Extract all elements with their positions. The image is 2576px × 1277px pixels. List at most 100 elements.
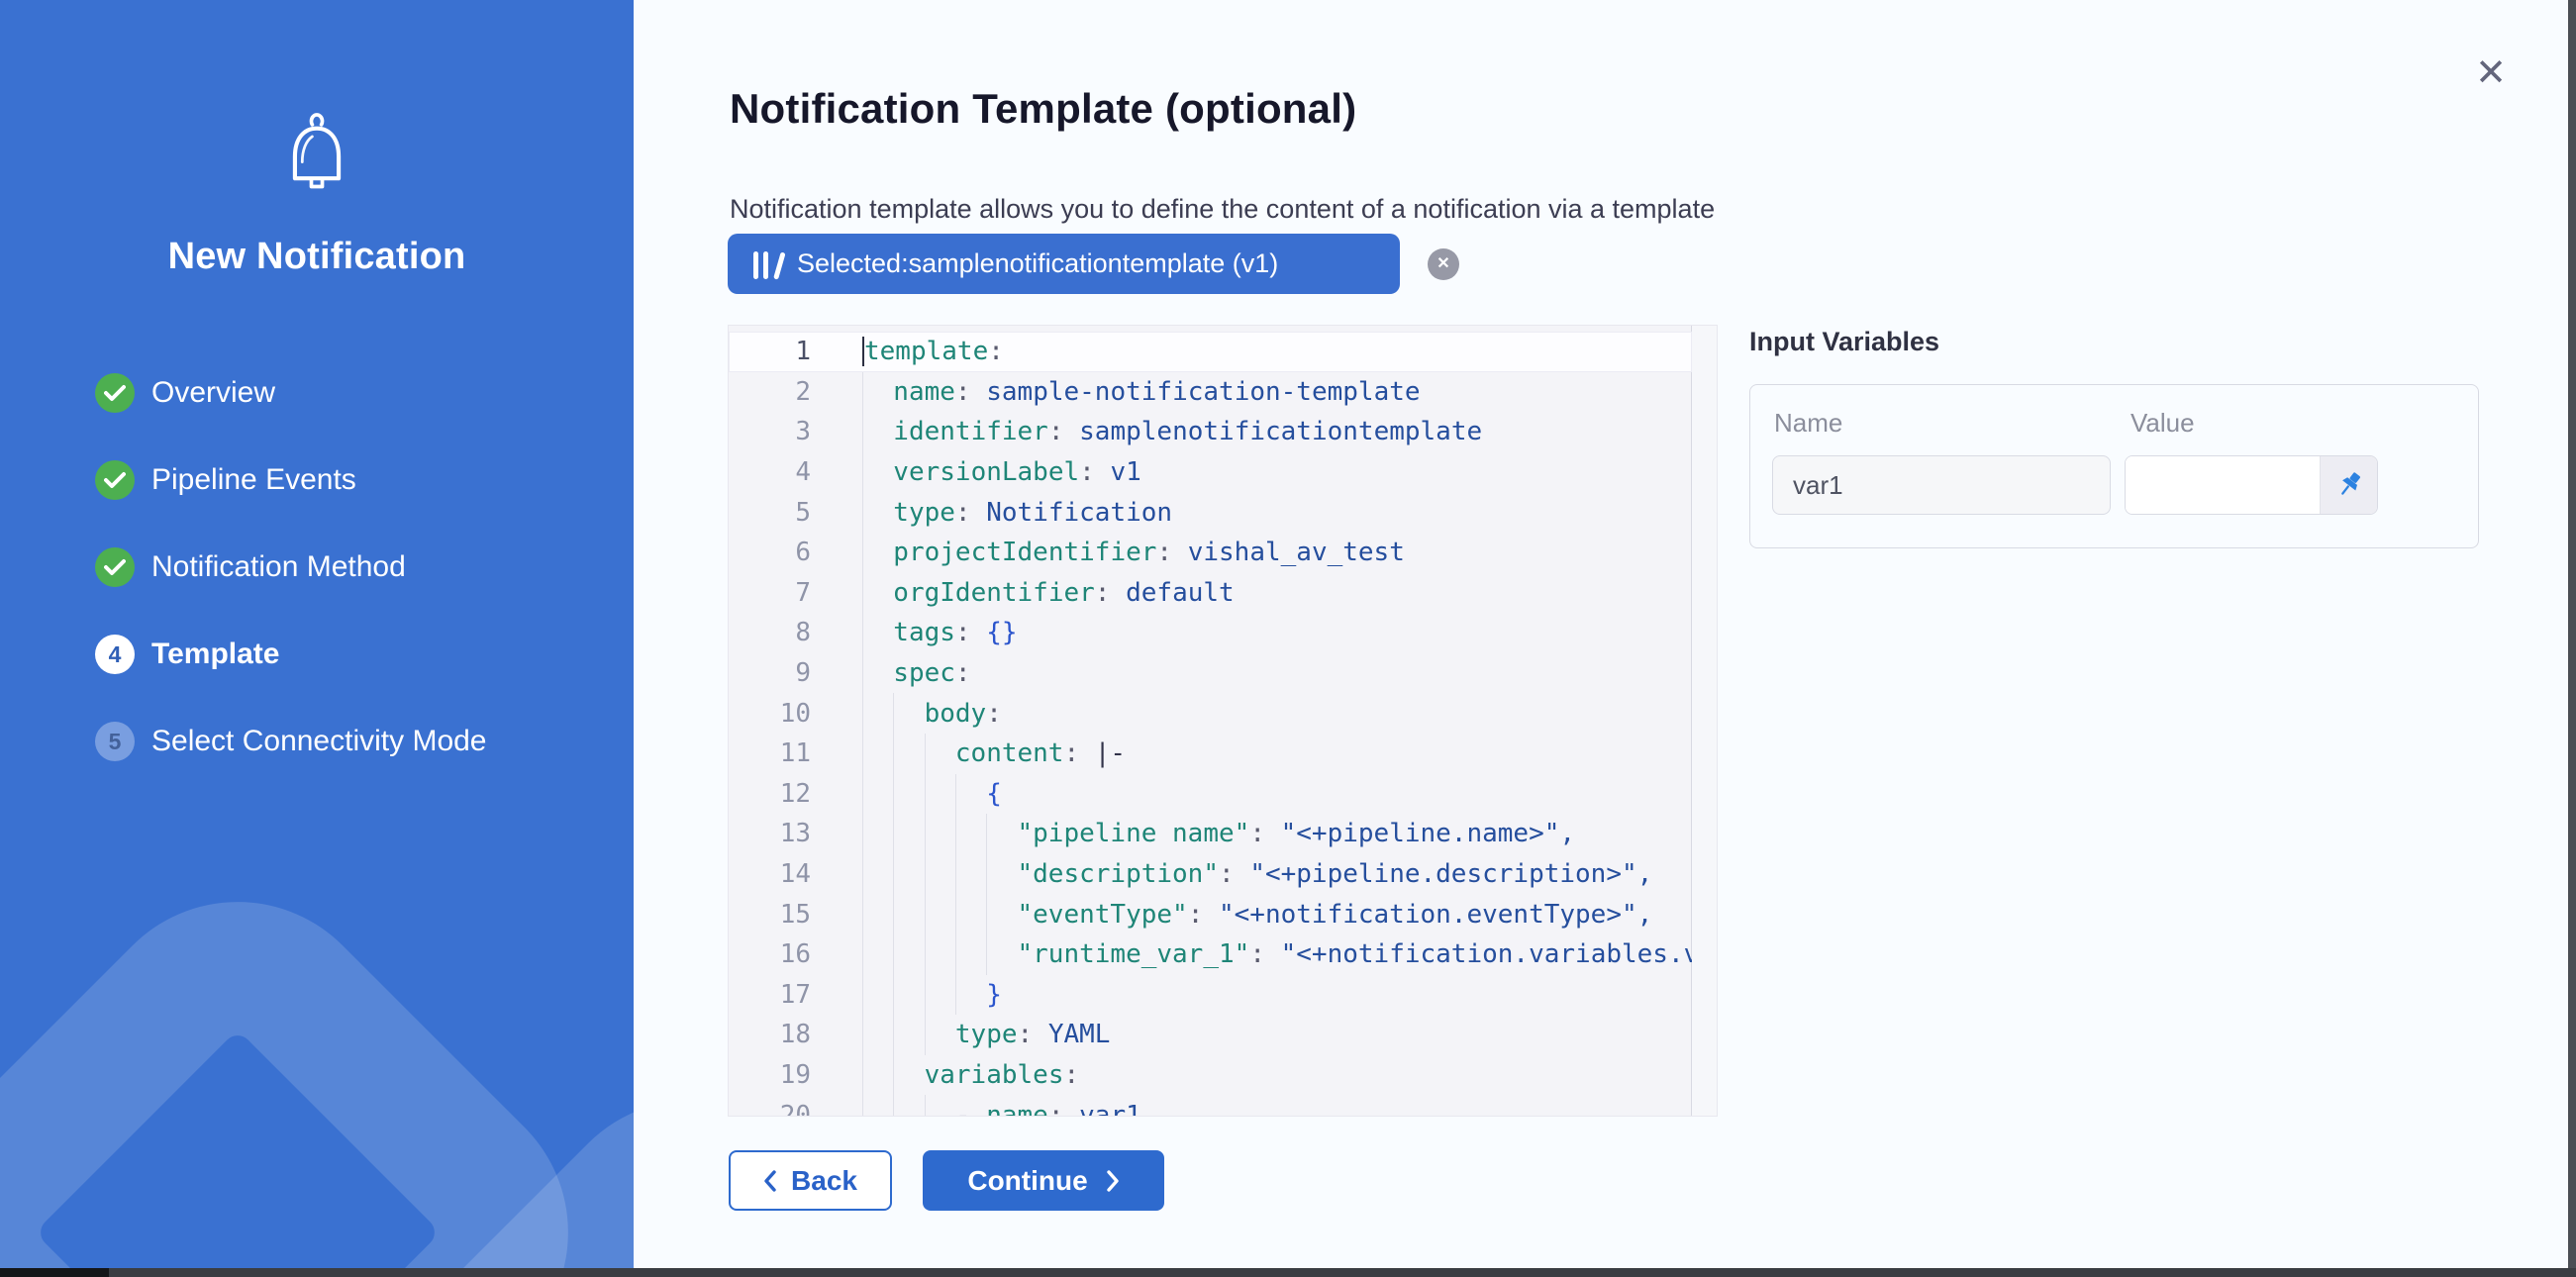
code-text: variables: [852, 1055, 1692, 1096]
pin-fixed-value-button[interactable] [2320, 456, 2377, 514]
line-number: 3 [729, 417, 852, 446]
code-line: 16 "runtime_var_1": "<+notification.vari… [729, 934, 1692, 975]
code-text: - name: var1 [852, 1095, 1692, 1117]
variable-value-group [2125, 455, 2378, 515]
wizard-step-notification-method[interactable]: Notification Method [95, 524, 610, 611]
step-status-icon [95, 373, 135, 413]
line-number: 15 [729, 900, 852, 930]
line-number: 9 [729, 658, 852, 688]
line-number: 4 [729, 457, 852, 487]
remove-template-icon[interactable]: ✕ [1428, 248, 1459, 280]
code-line: 9 spec: [729, 653, 1692, 694]
line-number: 12 [729, 779, 852, 809]
chevron-left-icon [763, 1170, 777, 1192]
code-text: { [852, 774, 1692, 815]
code-text: "pipeline name": "<+pipeline.name>", [852, 814, 1692, 854]
code-line: 6 projectIdentifier: vishal_av_test [729, 533, 1692, 573]
variable-name-input[interactable] [1772, 455, 2111, 515]
line-number: 14 [729, 859, 852, 889]
code-text: projectIdentifier: vishal_av_test [852, 533, 1692, 573]
code-text: "runtime_var_1": "<+notification.variabl… [852, 934, 1692, 975]
wizard-step-overview[interactable]: Overview [95, 349, 610, 437]
back-button[interactable]: Back [729, 1150, 892, 1211]
code-text: versionLabel: v1 [852, 452, 1692, 493]
step-status-icon [95, 460, 135, 500]
line-number: 8 [729, 618, 852, 647]
code-text: "description": "<+pipeline.description>"… [852, 854, 1692, 895]
code-line: 10 body: [729, 693, 1692, 734]
wizard-step-pipeline-events[interactable]: Pipeline Events [95, 437, 610, 524]
code-line: 2 name: sample-notification-template [729, 372, 1692, 413]
step-status-icon [95, 547, 135, 587]
code-line: 20 - name: var1 [729, 1095, 1692, 1117]
code-text: orgIdentifier: default [852, 573, 1692, 614]
code-line: 11 content: |- [729, 734, 1692, 774]
wizard-steps: Overview Pipeline Events Notification Me… [95, 349, 610, 785]
line-number: 20 [729, 1101, 852, 1117]
step-status-icon: 5 [95, 722, 135, 761]
line-number: 5 [729, 498, 852, 528]
page-title: Notification Template (optional) [730, 85, 1356, 133]
code-line: 8 tags: {} [729, 613, 1692, 653]
line-number: 13 [729, 819, 852, 848]
code-line: 4 versionLabel: v1 [729, 452, 1692, 493]
template-library-icon [753, 249, 783, 279]
step-label: Template [151, 638, 279, 671]
input-variables-title: Input Variables [1749, 327, 1939, 357]
pin-icon [2334, 470, 2364, 500]
code-text: tags: {} [852, 613, 1692, 653]
line-number: 1 [729, 337, 852, 366]
code-line: 7 orgIdentifier: default [729, 573, 1692, 614]
window-edge [0, 1268, 2576, 1277]
selected-template-chip[interactable]: Selected:samplenotificationtemplate (v1) [728, 234, 1400, 294]
line-number: 10 [729, 699, 852, 729]
wizard-step-template[interactable]: 4 Template [95, 611, 610, 698]
continue-label: Continue [967, 1165, 1087, 1197]
code-text: "eventType": "<+notification.eventType>"… [852, 894, 1692, 934]
code-text: template: [852, 332, 1692, 372]
window-edge [2568, 0, 2576, 1277]
code-text: type: Notification [852, 492, 1692, 533]
code-line: 14 "description": "<+pipeline.descriptio… [729, 854, 1692, 895]
code-line: 5 type: Notification [729, 492, 1692, 533]
wizard-title: New Notification [0, 236, 634, 278]
code-text: name: sample-notification-template [852, 372, 1692, 413]
close-icon[interactable]: ✕ [2465, 48, 2517, 99]
variable-value-input[interactable] [2126, 456, 2320, 514]
line-number: 6 [729, 538, 852, 567]
code-line: 12 { [729, 774, 1692, 815]
code-line: 15 "eventType": "<+notification.eventTyp… [729, 894, 1692, 934]
code-text: body: [852, 693, 1692, 734]
page-description: Notification template allows you to defi… [730, 194, 1715, 225]
line-number: 19 [729, 1060, 852, 1090]
code-line: 18 type: YAML [729, 1015, 1692, 1055]
code-line: 3 identifier: samplenotificationtemplate [729, 412, 1692, 452]
editor-scrollbar-track[interactable] [1692, 326, 1718, 1117]
step-label: Overview [151, 376, 275, 410]
back-label: Back [791, 1165, 857, 1197]
step-label: Select Connectivity Mode [151, 725, 487, 758]
line-number: 17 [729, 980, 852, 1010]
code-line: 19 variables: [729, 1055, 1692, 1096]
value-column-header: Value [2130, 408, 2195, 439]
line-number: 16 [729, 939, 852, 969]
continue-button[interactable]: Continue [923, 1150, 1164, 1211]
wizard-step-select-connectivity-mode[interactable]: 5 Select Connectivity Mode [95, 698, 610, 785]
code-text: type: YAML [852, 1015, 1692, 1055]
code-line: 17 } [729, 975, 1692, 1016]
step-status-icon: 4 [95, 635, 135, 674]
chevron-right-icon [1106, 1170, 1120, 1192]
code-line: 1 template: [729, 332, 1692, 372]
line-number: 7 [729, 578, 852, 608]
code-text: identifier: samplenotificationtemplate [852, 412, 1692, 452]
selected-template-label: Selected:samplenotificationtemplate (v1) [797, 248, 1278, 279]
code-text: } [852, 975, 1692, 1016]
yaml-editor[interactable]: 1 template: 2 name: sample-notification-… [728, 325, 1718, 1117]
bell-icon [0, 111, 634, 211]
code-lines: 1 template: 2 name: sample-notification-… [729, 332, 1692, 1117]
code-line: 13 "pipeline name": "<+pipeline.name>", [729, 814, 1692, 854]
line-number: 18 [729, 1020, 852, 1049]
step-label: Notification Method [151, 550, 406, 584]
code-text: content: |- [852, 734, 1692, 774]
step-label: Pipeline Events [151, 463, 356, 497]
